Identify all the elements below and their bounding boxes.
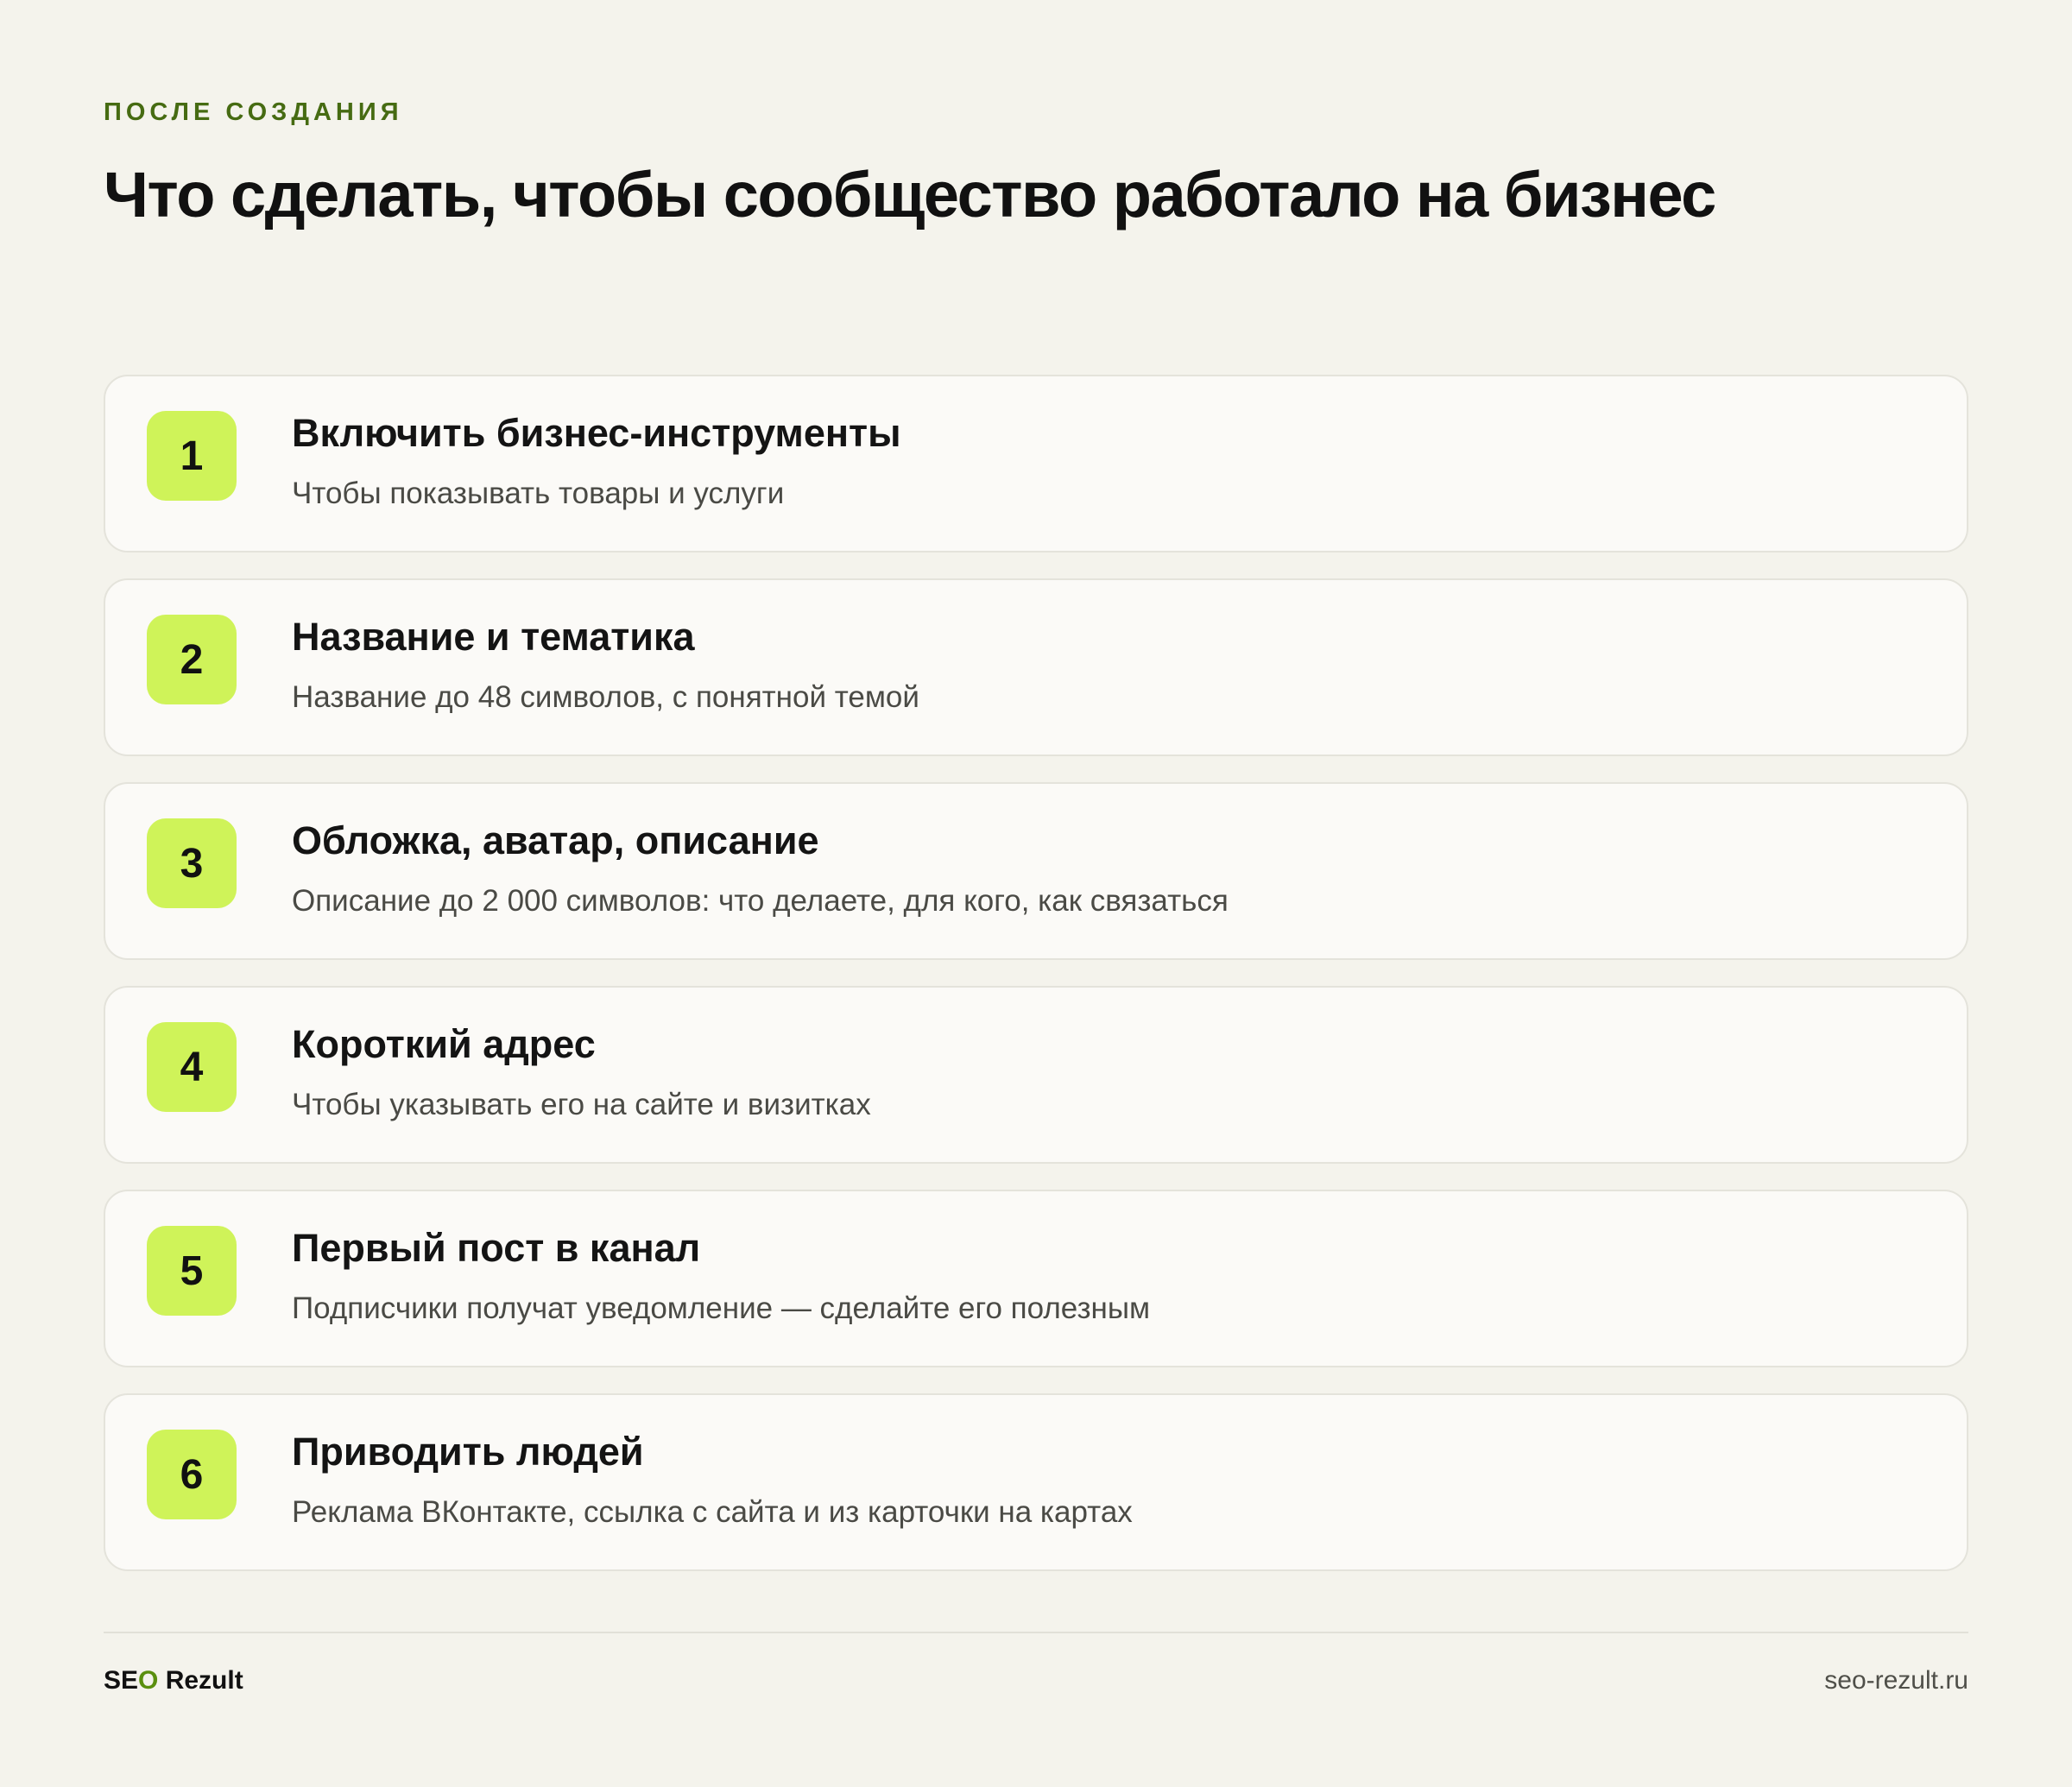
step-number-badge: 2 <box>147 615 237 704</box>
page: ПОСЛЕ СОЗДАНИЯ Что сделать, чтобы сообще… <box>104 0 1968 1787</box>
step-title: Первый пост в канал <box>292 1226 701 1270</box>
step-title: Название и тематика <box>292 615 695 659</box>
step-card-1: 1 Включить бизнес-инструменты Чтобы пока… <box>104 375 1968 553</box>
step-description: Название до 48 символов, с понятной темо… <box>292 680 919 714</box>
brand-logo: SEO Rezult <box>104 1664 243 1697</box>
step-number-badge: 5 <box>147 1226 237 1316</box>
step-number-badge: 3 <box>147 818 237 908</box>
step-number-badge: 4 <box>147 1022 237 1112</box>
step-title: Обложка, аватар, описание <box>292 818 819 862</box>
step-card-4: 4 Короткий адрес Чтобы указывать его на … <box>104 986 1968 1164</box>
step-number-badge: 6 <box>147 1430 237 1519</box>
step-title: Приводить людей <box>292 1430 644 1474</box>
page-title: Что сделать, чтобы сообщество работало н… <box>104 159 1716 230</box>
step-description: Чтобы указывать его на сайте и визитках <box>292 1088 871 1121</box>
step-card-5: 5 Первый пост в канал Подписчики получат… <box>104 1190 1968 1367</box>
step-card-2: 2 Название и тематика Название до 48 сим… <box>104 578 1968 756</box>
step-card-3: 3 Обложка, аватар, описание Описание до … <box>104 782 1968 960</box>
step-description: Чтобы показывать товары и услуги <box>292 477 785 510</box>
step-description: Подписчики получат уведомление — сделайт… <box>292 1291 1151 1325</box>
step-number-badge: 1 <box>147 411 237 501</box>
site-url: seo-rezult.ru <box>1824 1666 1968 1695</box>
step-title: Включить бизнес-инструменты <box>292 411 901 455</box>
eyebrow-label: ПОСЛЕ СОЗДАНИЯ <box>104 98 403 126</box>
footer-divider <box>104 1632 1968 1633</box>
step-title: Короткий адрес <box>292 1022 596 1066</box>
step-description: Описание до 2 000 символов: что делаете,… <box>292 884 1229 918</box>
step-card-6: 6 Приводить людей Реклама ВКонтакте, ссы… <box>104 1393 1968 1571</box>
brand-suffix: Rezult <box>158 1666 243 1695</box>
step-description: Реклама ВКонтакте, ссылка с сайта и из к… <box>292 1495 1133 1529</box>
steps-list: 1 Включить бизнес-инструменты Чтобы пока… <box>104 375 1968 1597</box>
brand-prefix: SE <box>104 1666 139 1695</box>
brand-accent-letter: O <box>138 1666 159 1695</box>
